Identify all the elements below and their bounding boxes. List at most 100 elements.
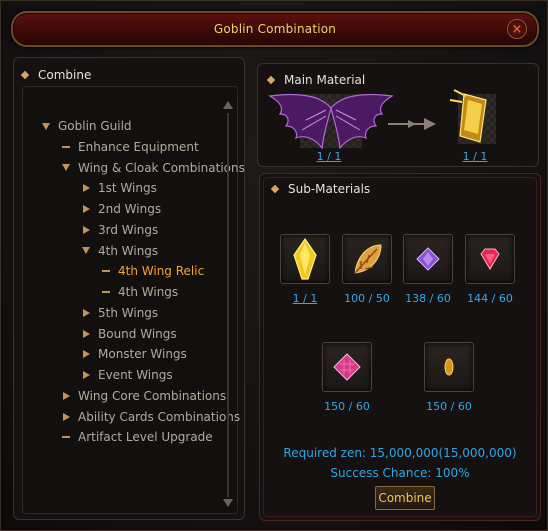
tree-item[interactable]: Wing Core Combinations bbox=[61, 387, 226, 405]
sub-material-slot[interactable] bbox=[403, 234, 453, 284]
tree-item-label: 1st Wings bbox=[98, 181, 157, 196]
feather-icon bbox=[354, 244, 382, 274]
combine-title: Combine bbox=[38, 68, 92, 82]
expand-down-icon bbox=[81, 246, 91, 256]
success-chance: Success Chance: 100% bbox=[330, 466, 470, 480]
tree-item-label: Wing Core Combinations bbox=[78, 388, 227, 403]
tree-item-label: Ability Cards Combinations bbox=[78, 409, 241, 424]
tree-scrollbar[interactable] bbox=[223, 101, 233, 509]
expand-right-icon bbox=[61, 391, 71, 401]
dash-icon bbox=[61, 432, 71, 442]
close-button[interactable]: × bbox=[507, 19, 527, 39]
goblin-combination-window: Goblin Combination × Combine Goblin Guil… bbox=[0, 0, 548, 531]
main-material-header: Main Material bbox=[266, 73, 366, 87]
tree-item-label: Enhance Equipment bbox=[78, 139, 199, 154]
down-arrow-icon bbox=[223, 499, 233, 507]
sub-material-slot[interactable] bbox=[424, 342, 474, 392]
close-icon: × bbox=[511, 21, 523, 37]
red-gem-icon bbox=[480, 248, 500, 270]
expand-down-icon bbox=[61, 163, 71, 173]
sub-material-slot[interactable] bbox=[342, 234, 392, 284]
sub-material-slot[interactable] bbox=[322, 342, 372, 392]
expand-right-icon bbox=[81, 329, 91, 339]
tree-item-label: Event Wings bbox=[98, 368, 173, 382]
tree-item-label: 4th Wings bbox=[98, 243, 159, 258]
up-arrow-icon bbox=[223, 101, 233, 109]
tree-item-label: 4th Wings bbox=[118, 285, 179, 299]
tree-item-label: Goblin Guild bbox=[58, 119, 132, 133]
purple-gem-icon bbox=[416, 247, 440, 271]
sub-material-slot[interactable] bbox=[280, 234, 330, 284]
tree-item-label: Artifact Level Upgrade bbox=[78, 430, 213, 445]
gold-shard-icon bbox=[444, 358, 454, 376]
tree-item[interactable]: 5th Wings bbox=[81, 304, 158, 322]
tree-item-label: 3rd Wings bbox=[98, 222, 159, 237]
sub-material-slot[interactable] bbox=[465, 234, 515, 284]
expand-right-icon bbox=[81, 183, 91, 193]
expand-right-icon bbox=[61, 412, 71, 422]
tree-item[interactable]: 1st Wings bbox=[81, 179, 157, 197]
scroll-down-button[interactable] bbox=[223, 499, 233, 509]
diamond-icon bbox=[266, 75, 276, 85]
combine-panel: Combine Goblin Guild Enhance Equipment Win… bbox=[13, 57, 245, 520]
scroll-up-button[interactable] bbox=[223, 101, 233, 111]
tree-item[interactable]: 2nd Wings bbox=[81, 200, 161, 218]
result-material-slot[interactable] bbox=[444, 86, 500, 148]
yellow-crystal-icon bbox=[293, 237, 317, 280]
dash-icon bbox=[101, 287, 111, 297]
main-material-slot[interactable] bbox=[266, 90, 396, 150]
sub-materials-header: Sub-Materials bbox=[270, 182, 371, 196]
tree-item[interactable]: 4th Wing Relic bbox=[101, 262, 204, 280]
tree-item-label: Monster Wings bbox=[98, 347, 187, 362]
tree-item[interactable]: 4th Wings bbox=[101, 283, 178, 301]
dash-icon bbox=[61, 142, 71, 152]
sub-material-count: 100 / 50 bbox=[344, 292, 390, 305]
tree-item-label: 4th Wing Relic bbox=[118, 264, 205, 279]
arrow-icon bbox=[388, 118, 436, 130]
tree-item[interactable]: 3rd Wings bbox=[81, 221, 158, 239]
required-zen: Required zen: 15,000,000(15,000,000) bbox=[283, 446, 517, 460]
tree-item-label: 2nd Wings bbox=[98, 202, 162, 216]
combine-header: Combine bbox=[20, 68, 92, 82]
tree-item-label: Wing & Cloak Combinations bbox=[78, 160, 245, 175]
tree-item[interactable]: Enhance Equipment bbox=[61, 138, 199, 156]
dash-icon bbox=[101, 266, 111, 276]
sub-material-count: 150 / 60 bbox=[426, 400, 472, 413]
tree-item-label: Bound Wings bbox=[98, 326, 177, 341]
tree-item[interactable]: Wing & Cloak Combinations bbox=[61, 159, 245, 177]
main-material-count: 1 / 1 bbox=[316, 150, 342, 163]
expand-right-icon bbox=[81, 349, 91, 359]
sub-material-count: 144 / 60 bbox=[467, 292, 513, 305]
sub-materials-panel: Sub-Materials 1 / 1 100 / 50 138 / 60 14… bbox=[259, 173, 541, 521]
tree-item-label: 5th Wings bbox=[98, 305, 159, 320]
expand-right-icon bbox=[81, 370, 91, 380]
title-bar: Goblin Combination × bbox=[11, 11, 539, 47]
combine-button[interactable]: Combine bbox=[375, 486, 435, 510]
tree-item[interactable]: Artifact Level Upgrade bbox=[61, 428, 213, 446]
window-title: Goblin Combination bbox=[213, 22, 337, 36]
golden-relic-icon bbox=[449, 89, 487, 143]
sub-material-count: 138 / 60 bbox=[405, 292, 451, 305]
expand-down-icon bbox=[41, 121, 51, 131]
tree-item[interactable]: Bound Wings bbox=[81, 325, 177, 343]
tree-item[interactable]: Ability Cards Combinations bbox=[61, 408, 240, 426]
pink-gem-icon bbox=[333, 353, 361, 381]
main-material-title: Main Material bbox=[284, 73, 366, 87]
tree-item[interactable]: 4th Wings bbox=[81, 242, 158, 260]
sub-material-count: 150 / 60 bbox=[324, 400, 370, 413]
tree-item[interactable]: Monster Wings bbox=[81, 345, 187, 363]
sub-material-count: 1 / 1 bbox=[292, 292, 318, 305]
tree-item[interactable]: Event Wings bbox=[81, 366, 173, 384]
combination-tree: Goblin Guild Enhance Equipment Wing & Cloa… bbox=[22, 86, 245, 514]
diamond-icon bbox=[270, 184, 280, 194]
result-material-count: 1 / 1 bbox=[462, 150, 488, 163]
diamond-icon bbox=[20, 70, 30, 80]
sub-materials-title: Sub-Materials bbox=[288, 182, 371, 196]
purple-wings-icon bbox=[268, 93, 394, 150]
expand-right-icon bbox=[81, 225, 91, 235]
tree-item[interactable]: Goblin Guild bbox=[41, 117, 132, 135]
main-material-panel: Main Material 1 / 1 1 / 1 bbox=[257, 63, 539, 167]
expand-right-icon bbox=[81, 204, 91, 214]
scroll-track[interactable] bbox=[227, 113, 229, 497]
expand-right-icon bbox=[81, 308, 91, 318]
